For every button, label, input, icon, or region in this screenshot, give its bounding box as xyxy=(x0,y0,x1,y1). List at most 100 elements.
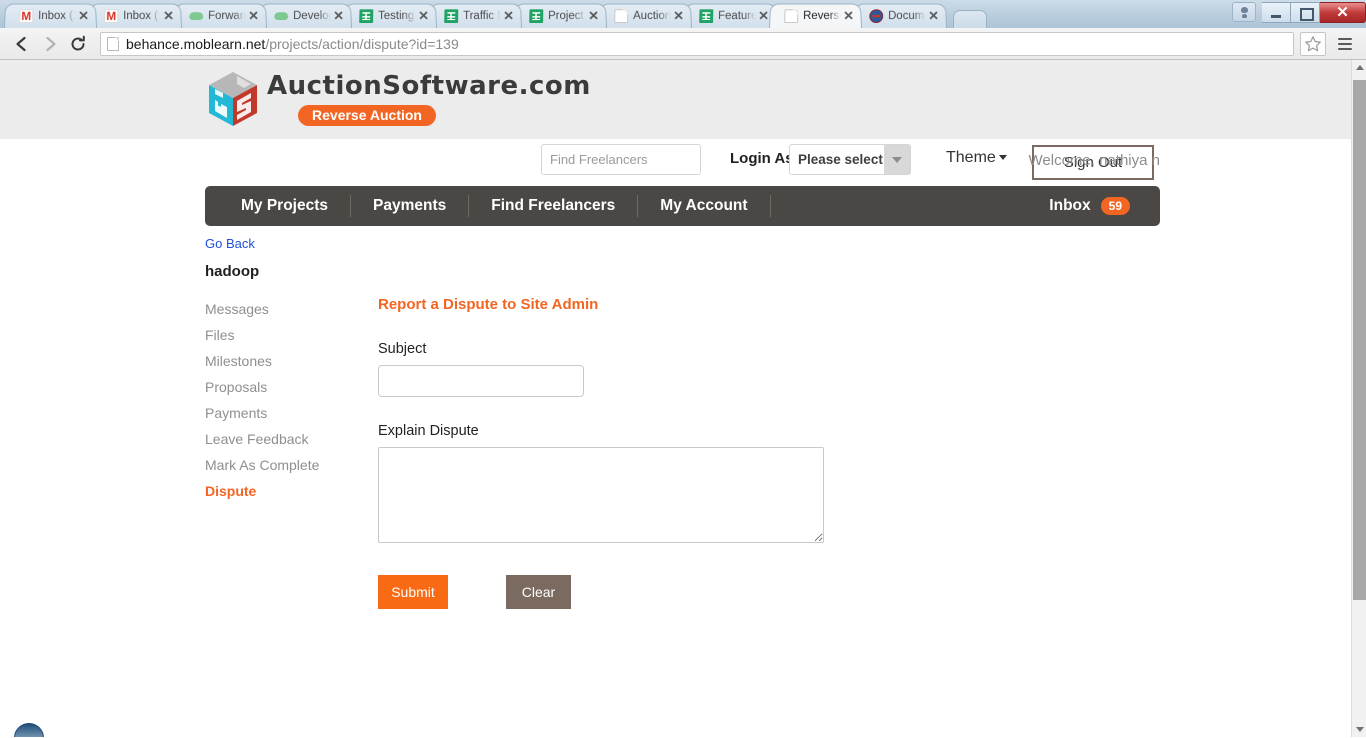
user-profile-icon[interactable] xyxy=(1232,2,1256,22)
close-tab-icon[interactable]: ✕ xyxy=(928,8,940,23)
main-navigation: My Projects Payments Find Freelancers My Ac… xyxy=(205,186,1160,226)
side-menu-item-files[interactable]: Files xyxy=(205,322,355,348)
sheets-icon xyxy=(529,9,544,24)
browser-tab[interactable]: Inbox (11✕ xyxy=(4,3,97,28)
forward-icon[interactable] xyxy=(36,30,64,58)
browser-tab[interactable]: Documen ✕ xyxy=(854,3,947,28)
nav-item-my-account[interactable]: My Account xyxy=(638,195,771,217)
scroll-up-icon[interactable] xyxy=(1352,60,1366,76)
cloud-icon xyxy=(274,9,288,23)
tab-title: Traffic Ma xyxy=(463,10,501,23)
dispute-form: Report a Dispute to Site Admin Subject E… xyxy=(378,296,938,609)
site-header: AuctionSoftware.com Reverse Auction Find… xyxy=(0,60,1351,180)
side-menu-item-mark-as-complete[interactable]: Mark As Complete xyxy=(205,452,355,478)
close-tab-icon[interactable]: ✕ xyxy=(418,8,430,23)
close-tab-icon[interactable]: ✕ xyxy=(248,8,260,23)
sheets-icon xyxy=(359,9,374,24)
chat-widget-icon[interactable] xyxy=(14,723,44,737)
tab-title: DevelopS xyxy=(293,10,331,23)
reload-icon[interactable] xyxy=(64,30,92,58)
close-tab-icon[interactable]: ✕ xyxy=(588,8,600,23)
inbox-label: Inbox xyxy=(1049,197,1091,214)
clear-button[interactable]: Clear xyxy=(506,575,571,609)
tab-title: Reverse A xyxy=(803,10,841,23)
explain-dispute-textarea[interactable] xyxy=(378,447,824,543)
close-tab-icon[interactable]: ✕ xyxy=(503,8,515,23)
address-bar[interactable]: behance.moblearn.net/projects/action/dis… xyxy=(100,31,1294,56)
nav-item-inbox[interactable]: Inbox 59 xyxy=(1049,197,1130,215)
close-tab-icon[interactable]: ✕ xyxy=(163,8,175,23)
scrollbar-thumb[interactable] xyxy=(1353,80,1366,600)
explain-dispute-label: Explain Dispute xyxy=(378,423,479,439)
logo-wordmark: AuctionSoftware.com xyxy=(267,71,591,101)
side-menu-item-proposals[interactable]: Proposals xyxy=(205,374,355,400)
document-icon xyxy=(614,9,629,24)
new-tab-button[interactable] xyxy=(953,10,987,28)
side-menu-item-leave-feedback[interactable]: Leave Feedback xyxy=(205,426,355,452)
close-tab-icon[interactable]: ✕ xyxy=(843,8,855,23)
browser-tab[interactable]: Inbox (11✕ xyxy=(89,3,182,28)
browser-tab[interactable]: Forward A✕ xyxy=(174,3,267,28)
tab-title: Documen xyxy=(888,10,926,23)
close-window-button[interactable]: ✕ xyxy=(1320,1,1366,23)
close-tab-icon[interactable]: ✕ xyxy=(758,8,770,23)
browser-tab[interactable]: AuctionSo ✕ xyxy=(599,3,692,28)
tab-title: Inbox (11 xyxy=(123,10,161,23)
side-menu-item-milestones[interactable]: Milestones xyxy=(205,348,355,374)
project-title: hadoop xyxy=(205,263,260,280)
page-scrollbar[interactable] xyxy=(1351,60,1366,737)
tab-title: Features | xyxy=(718,10,756,23)
inbox-count-badge: 59 xyxy=(1100,197,1130,215)
url-path: /projects/action/dispute?id=139 xyxy=(265,35,459,52)
project-side-menu: Messages Files Milestones Proposals Payments… xyxy=(205,296,355,504)
back-icon[interactable] xyxy=(8,30,36,58)
side-menu-item-messages[interactable]: Messages xyxy=(205,296,355,322)
minimize-button[interactable] xyxy=(1262,1,1291,23)
nav-item-payments[interactable]: Payments xyxy=(351,195,470,217)
close-tab-icon[interactable]: ✕ xyxy=(673,8,685,23)
cloud-icon xyxy=(189,9,203,23)
site-logo[interactable]: AuctionSoftware.com Reverse Auction xyxy=(205,69,591,128)
close-tab-icon[interactable]: ✕ xyxy=(78,8,90,23)
close-tab-icon[interactable]: ✕ xyxy=(333,8,345,23)
tab-title: AuctionSo xyxy=(633,10,671,23)
url-domain: behance.moblearn.net xyxy=(126,35,266,52)
tab-title: Project De xyxy=(548,10,586,23)
tab-title: Inbox (11 xyxy=(38,10,76,23)
reverse-auction-badge: Reverse Auction xyxy=(298,105,436,126)
browser-tab[interactable]: Features |✕ xyxy=(684,3,777,28)
globe-icon xyxy=(869,9,884,24)
web-page: AuctionSoftware.com Reverse Auction Find… xyxy=(0,60,1351,737)
side-menu-item-payments[interactable]: Payments xyxy=(205,400,355,426)
page-viewport: AuctionSoftware.com Reverse Auction Find… xyxy=(0,60,1366,737)
subject-input[interactable] xyxy=(378,365,584,397)
sheets-icon xyxy=(444,9,459,24)
browser-tab[interactable]: Traffic Ma ✕ xyxy=(429,3,522,28)
bookmark-star-icon[interactable] xyxy=(1300,31,1326,56)
page-info-icon xyxy=(107,36,119,51)
browser-tab-strip: Inbox (11✕Inbox (11✕Forward A✕DevelopS✕T… xyxy=(0,0,1366,28)
nav-item-my-projects[interactable]: My Projects xyxy=(205,195,352,217)
browser-tab[interactable]: DevelopS ✕ xyxy=(259,3,352,28)
browser-menu-icon[interactable] xyxy=(1332,32,1358,56)
go-back-link[interactable]: Go Back xyxy=(205,236,255,251)
browser-tab[interactable]: Testing Te✕ xyxy=(344,3,437,28)
nav-item-find-freelancers[interactable]: Find Freelancers xyxy=(469,195,639,217)
restore-button[interactable] xyxy=(1291,1,1320,23)
browser-toolbar: behance.moblearn.net/projects/action/dis… xyxy=(0,28,1366,60)
document-icon xyxy=(784,9,799,24)
browser-window: Inbox (11✕Inbox (11✕Forward A✕DevelopS✕T… xyxy=(0,0,1366,738)
browser-tab[interactable]: Reverse A✕ xyxy=(769,3,862,28)
browser-tab[interactable]: Project De✕ xyxy=(514,3,607,28)
subject-label: Subject xyxy=(378,341,427,357)
sheets-icon xyxy=(699,9,714,24)
window-controls: ✕ xyxy=(1232,0,1366,24)
side-menu-item-dispute[interactable]: Dispute xyxy=(205,478,355,504)
tab-title: Forward A xyxy=(208,10,246,23)
gmail-icon xyxy=(104,9,119,24)
gmail-icon xyxy=(19,9,34,24)
scroll-down-icon[interactable] xyxy=(1352,721,1366,737)
close-icon: ✕ xyxy=(1336,3,1349,21)
submit-button[interactable]: Submit xyxy=(378,575,448,609)
welcome-message: Welcome, nathiya n xyxy=(1028,152,1160,169)
